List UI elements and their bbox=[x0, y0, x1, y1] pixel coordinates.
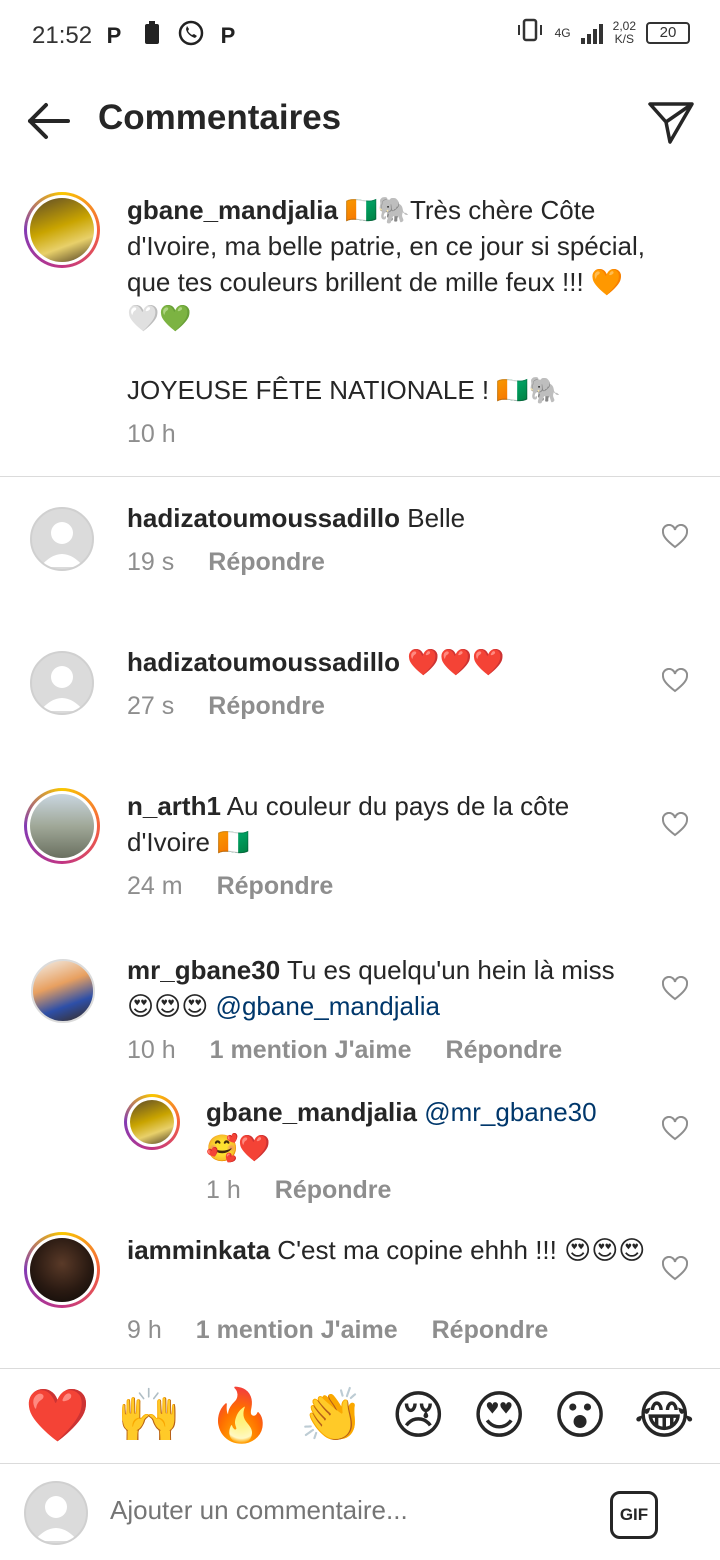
caption-text-2: JOYEUSE FÊTE NATIONALE ! 🇨🇮🐘 bbox=[127, 375, 562, 405]
heart-icon[interactable] bbox=[662, 1256, 688, 1282]
comment-meta: 10 h 1 mention J'aime Répondre bbox=[127, 1036, 562, 1065]
timestamp: 10 h bbox=[127, 420, 176, 448]
arrow-left-icon[interactable] bbox=[24, 96, 74, 146]
comment-text: iamminkata C'est ma copine ehhh !!! 😍😍😍 bbox=[127, 1235, 646, 1265]
network-speed: 2,02 K/S bbox=[612, 19, 636, 46]
emoji-laugh-button[interactable]: 😂 bbox=[634, 1386, 695, 1446]
reply-button[interactable]: Répondre bbox=[208, 548, 325, 577]
whatsapp-icon bbox=[178, 20, 204, 52]
comment-text: hadizatoumoussadillo ❤️❤️❤️ bbox=[127, 647, 505, 677]
heart-icon[interactable] bbox=[662, 1116, 688, 1142]
username[interactable]: hadizatoumoussadillo bbox=[127, 503, 400, 533]
mention-link[interactable]: @gbane_mandjalia bbox=[216, 991, 440, 1021]
caption-meta: 10 h bbox=[127, 420, 176, 449]
emoji-raised-hands-button[interactable]: 🙌 bbox=[117, 1386, 182, 1446]
comment-meta: 27 s Répondre bbox=[127, 692, 325, 721]
emoji-cry-button[interactable]: 😢 bbox=[391, 1386, 445, 1446]
username[interactable]: gbane_mandjalia bbox=[127, 195, 338, 225]
emoji-clap-button[interactable]: 👏 bbox=[300, 1386, 365, 1446]
signal-icon bbox=[580, 22, 603, 44]
comment-text: hadizatoumoussadillo Belle bbox=[127, 503, 466, 533]
page-title: Commentaires bbox=[98, 98, 342, 137]
vibrate-icon bbox=[515, 18, 545, 48]
username[interactable]: iamminkata bbox=[127, 1235, 270, 1265]
reply-item: gbane_mandjalia @mr_gbane30 🥰❤️ 1 h Répo… bbox=[0, 1092, 720, 1212]
heart-icon[interactable] bbox=[662, 668, 688, 694]
comment-meta: 24 m Répondre bbox=[127, 872, 333, 901]
reply-button[interactable]: Répondre bbox=[432, 1316, 549, 1345]
status-time: 21:52 bbox=[32, 22, 93, 49]
timestamp: 27 s bbox=[127, 692, 175, 720]
heart-icon[interactable] bbox=[662, 976, 688, 1002]
comment-text: mr_gbane30 Tu es quelqu'un hein là miss … bbox=[127, 955, 615, 1021]
username[interactable]: hadizatoumoussadillo bbox=[127, 647, 400, 677]
comment-meta: 19 s Répondre bbox=[127, 548, 325, 577]
avatar[interactable] bbox=[124, 1094, 180, 1150]
avatar bbox=[24, 1481, 88, 1545]
likes-count[interactable]: 1 mention J'aime bbox=[196, 1316, 398, 1345]
comment-input-bar: GIF bbox=[0, 1465, 720, 1560]
timestamp: 10 h bbox=[127, 1036, 176, 1064]
parking-app-icon: P bbox=[220, 23, 236, 48]
avatar[interactable] bbox=[24, 788, 100, 864]
username[interactable]: mr_gbane30 bbox=[127, 955, 280, 985]
emoji-quick-bar: ❤️ 🙌 🔥 👏 😢 😍 😮 😂 bbox=[0, 1368, 720, 1464]
comment-meta: 9 h 1 mention J'aime Répondre bbox=[127, 1316, 548, 1345]
username[interactable]: gbane_mandjalia bbox=[206, 1097, 417, 1127]
avatar[interactable] bbox=[30, 507, 94, 571]
avatar[interactable] bbox=[24, 1232, 100, 1308]
reply-button[interactable]: Répondre bbox=[446, 1036, 563, 1065]
reply-button[interactable]: Répondre bbox=[208, 692, 325, 721]
heart-icon[interactable] bbox=[662, 812, 688, 838]
divider bbox=[0, 476, 720, 477]
heart-icon[interactable] bbox=[662, 524, 688, 550]
likes-count[interactable]: 1 mention J'aime bbox=[210, 1036, 412, 1065]
reply-text-2: 🥰❤️ bbox=[206, 1133, 271, 1163]
battery-saver-icon bbox=[140, 21, 164, 51]
network-type: 4G bbox=[554, 26, 571, 40]
avatar[interactable] bbox=[31, 959, 95, 1023]
comment-input[interactable] bbox=[110, 1495, 550, 1526]
gif-button[interactable]: GIF bbox=[610, 1491, 658, 1539]
status-bar: 21:52 P P 4G 2,02 K/S 20 bbox=[0, 0, 720, 72]
comment-item: iamminkata C'est ma copine ehhh !!! 😍😍😍 … bbox=[0, 1232, 720, 1362]
comment-item: hadizatoumoussadillo ❤️❤️❤️ 27 s Répondr… bbox=[0, 644, 720, 764]
mention-link[interactable]: @mr_gbane30 bbox=[424, 1097, 596, 1127]
paper-plane-icon[interactable] bbox=[646, 96, 696, 146]
emoji-heart-eyes-button[interactable]: 😍 bbox=[472, 1386, 526, 1446]
caption-text: gbane_mandjalia 🇨🇮🐘Très chère Côte d'Ivo… bbox=[127, 195, 645, 333]
timestamp: 1 h bbox=[206, 1176, 241, 1204]
comment-item: n_arth1 Au couleur du pays de la côte d'… bbox=[0, 788, 720, 928]
comment-item: hadizatoumoussadillo Belle 19 s Répondre bbox=[0, 500, 720, 620]
timestamp: 24 m bbox=[127, 872, 183, 900]
emoji-fire-button[interactable]: 🔥 bbox=[208, 1386, 273, 1446]
comment-text: n_arth1 Au couleur du pays de la côte d'… bbox=[127, 791, 570, 857]
timestamp: 9 h bbox=[127, 1316, 162, 1344]
header: Commentaires bbox=[0, 78, 720, 164]
reply-text: gbane_mandjalia @mr_gbane30 bbox=[206, 1094, 636, 1130]
battery-icon: 20 bbox=[646, 22, 690, 44]
avatar[interactable] bbox=[24, 192, 100, 268]
avatar[interactable] bbox=[30, 651, 94, 715]
emoji-heart-button[interactable]: ❤️ bbox=[25, 1386, 90, 1446]
emoji-surprised-button[interactable]: 😮 bbox=[553, 1386, 607, 1446]
username[interactable]: n_arth1 bbox=[127, 791, 221, 821]
comment-item: mr_gbane30 Tu es quelqu'un hein là miss … bbox=[0, 952, 720, 1072]
timestamp: 19 s bbox=[127, 548, 175, 576]
parking-app-icon: P bbox=[106, 23, 122, 48]
reply-button[interactable]: Répondre bbox=[275, 1176, 392, 1205]
caption: gbane_mandjalia 🇨🇮🐘Très chère Côte d'Ivo… bbox=[0, 190, 720, 475]
reply-meta: 1 h Répondre bbox=[206, 1176, 391, 1205]
reply-button[interactable]: Répondre bbox=[217, 872, 334, 901]
